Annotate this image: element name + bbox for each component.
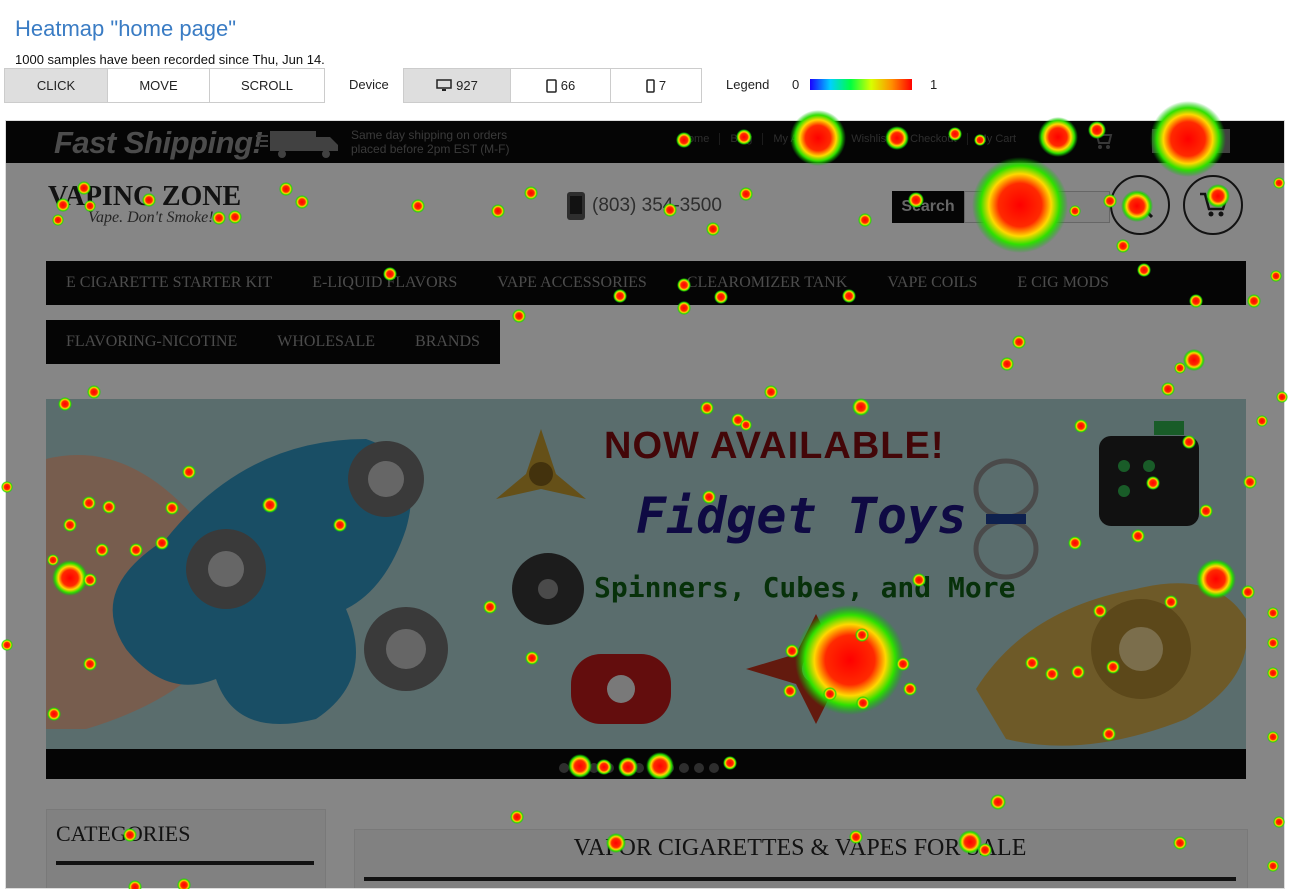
banner-subtitle: Spinners, Cubes, and More	[594, 571, 1016, 604]
main-nav-row1: E CIGARETTE STARTER KIT E-LIQUID FLAVORS…	[46, 261, 1246, 305]
fast-shipping-banner: Fast Shipping!	[54, 125, 263, 160]
heatmap-title: Heatmap "home page"	[15, 16, 237, 41]
site-preview: Fast Shipping! Same day shipping on orde…	[5, 120, 1285, 889]
scroll-mode-button[interactable]: SCROLL	[209, 68, 325, 103]
legend-min: 0	[792, 77, 800, 92]
nav-starter-kit[interactable]: E CIGARETTE STARTER KIT	[46, 274, 292, 292]
truck-icon	[256, 131, 338, 158]
nav-clearomizer-tank[interactable]: CLEAROMIZER TANK	[667, 274, 868, 292]
phone-number: (803) 354-3500	[592, 195, 722, 216]
slider-dot[interactable]	[574, 763, 584, 773]
black-spinner-icon	[512, 553, 584, 625]
site-top-bar: Fast Shipping! Same day shipping on orde…	[6, 121, 1284, 163]
desktop-icon	[436, 79, 452, 91]
samples-summary: 1000 samples have been recorded since Th…	[15, 52, 325, 67]
nav-wholesale[interactable]: WHOLESALE	[257, 333, 395, 351]
legend-gradient	[810, 79, 912, 90]
legend-max: 1	[930, 77, 938, 92]
top-link-home[interactable]: Home	[670, 133, 721, 145]
spinner-hand-illustration	[46, 439, 448, 729]
site-logo[interactable]: VAPING ZONE Vape. Don't Smoke!	[48, 181, 241, 227]
shipping-note-line1: Same day shipping on orders	[351, 128, 508, 142]
tablet-count: 66	[560, 78, 576, 93]
main-content-title: VAPOR CIGARETTES & VAPES FOR SALE	[573, 835, 1027, 861]
slider-dot[interactable]	[619, 763, 629, 773]
top-link-wishlist[interactable]: Wishlist	[841, 133, 901, 145]
slider-dot[interactable]	[694, 763, 704, 773]
nav-ecig-mods[interactable]: E CIG MODS	[997, 274, 1129, 292]
slider-dots	[559, 763, 719, 773]
desktop-count: 927	[456, 78, 478, 93]
categories-title: CATEGORIES	[56, 821, 191, 846]
red-star-spinner-icon	[746, 614, 886, 724]
slider-dot[interactable]	[559, 763, 569, 773]
cart-button[interactable]	[1183, 175, 1243, 235]
phone-count: 7	[658, 78, 667, 93]
top-link-my-cart[interactable]: My Cart	[968, 133, 1027, 145]
shipping-note-line2: placed before 2pm EST (M-F)	[351, 142, 510, 156]
click-mode-button[interactable]: CLICK	[4, 68, 108, 103]
nav-brands[interactable]: BRANDS	[395, 333, 500, 351]
red-spinner-icon	[571, 654, 671, 724]
slider-dot[interactable]	[634, 763, 644, 773]
hero-banner[interactable]: NOW AVAILABLE! Fidget Toys Spinners, Cub…	[46, 399, 1246, 749]
top-link-checkout[interactable]: Checkout	[900, 133, 968, 145]
slider-dot[interactable]	[664, 763, 674, 773]
device-phone-button[interactable]: 7	[610, 68, 702, 103]
cart-icon[interactable]	[1091, 130, 1113, 150]
top-link-my-account[interactable]: My Account	[763, 133, 842, 145]
legend-label: Legend	[726, 77, 770, 92]
nav-eliquid-flavors[interactable]: E-LIQUID FLAVORS	[292, 274, 477, 292]
slider-dot[interactable]	[589, 763, 599, 773]
device-toggle-group: 927 66 7	[403, 68, 702, 103]
device-tablet-button[interactable]: 66	[510, 68, 611, 103]
tablet-icon	[546, 78, 557, 93]
slider-dot[interactable]	[649, 763, 659, 773]
mode-toggle-group: CLICK MOVE SCROLL	[4, 68, 325, 103]
fidget-cube-icon	[1099, 421, 1199, 526]
banner-title: Fidget Toys	[636, 487, 968, 545]
slider-dot[interactable]	[679, 763, 689, 773]
shopping-cart-icon	[1200, 192, 1228, 217]
move-mode-button[interactable]: MOVE	[107, 68, 210, 103]
categories-divider	[56, 861, 314, 865]
nav-vape-accessories[interactable]: VAPE ACCESSORIES	[477, 274, 667, 292]
login-button[interactable]: Log In	[1152, 129, 1230, 153]
phone-contact: (803) 354-3500	[566, 191, 722, 221]
main-nav-row2: FLAVORING-NICOTINE WHOLESALE BRANDS	[46, 320, 500, 364]
main-content-divider	[364, 877, 1236, 881]
search-label: Search	[892, 191, 964, 223]
phone-icon	[646, 78, 655, 93]
search-input[interactable]	[964, 191, 1110, 223]
top-links: Home Blog My Account Wishlist Checkout M…	[670, 133, 1026, 145]
search-button[interactable]	[1110, 175, 1170, 235]
nav-vape-coils[interactable]: VAPE COILS	[867, 274, 997, 292]
gold-spinner-icon	[496, 429, 586, 499]
device-label: Device	[349, 77, 389, 92]
search-icon	[1127, 192, 1154, 219]
shipping-note: Same day shipping on orders placed befor…	[351, 128, 541, 156]
nav-flavoring-nicotine[interactable]: FLAVORING-NICOTINE	[46, 333, 257, 351]
top-link-blog[interactable]: Blog	[720, 133, 764, 145]
device-desktop-button[interactable]: 927	[403, 68, 511, 103]
slider-dot[interactable]	[709, 763, 719, 773]
mobile-phone-icon	[567, 192, 585, 220]
banner-headline: NOW AVAILABLE!	[604, 425, 945, 467]
slider-dot[interactable]	[604, 763, 614, 773]
